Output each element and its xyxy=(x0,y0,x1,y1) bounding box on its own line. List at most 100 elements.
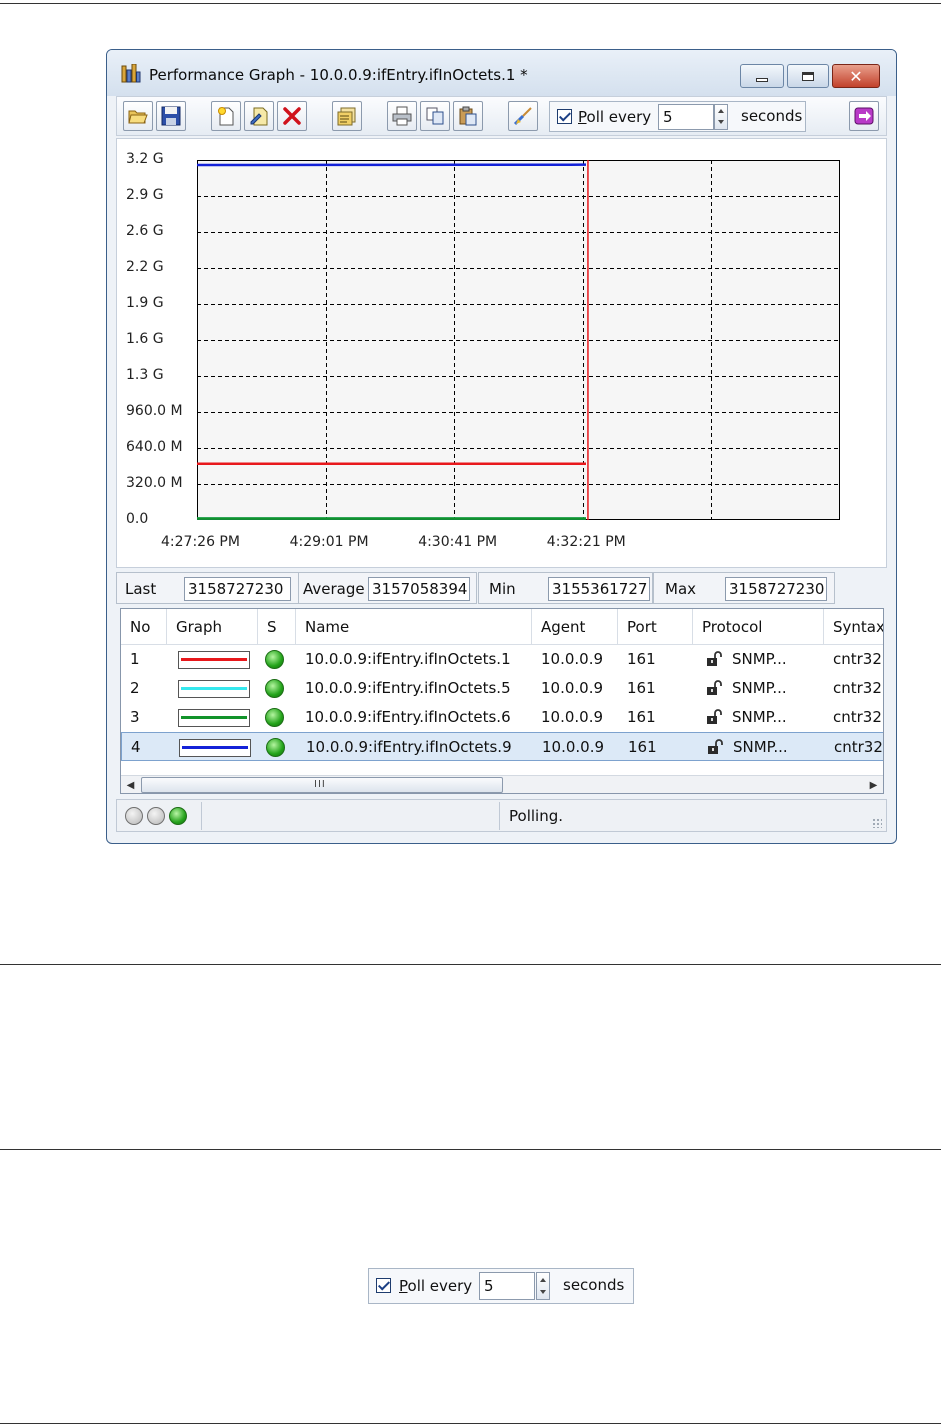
max-label: Max xyxy=(665,580,697,598)
save-button[interactable] xyxy=(156,101,186,131)
status-divider xyxy=(201,802,202,830)
column-header-agent[interactable]: Agent xyxy=(532,609,618,645)
table-row[interactable]: 2 10.0.0.9:ifEntry.ifInOctets.5 10.0.0.9 16… xyxy=(121,674,883,703)
x-tick-label: 4:30:41 PM xyxy=(418,534,498,550)
poll-checkbox[interactable] xyxy=(557,109,572,124)
edit-document-icon xyxy=(250,107,268,126)
spin-down-icon xyxy=(718,120,724,124)
table-row[interactable]: 1 10.0.0.9:ifEntry.ifInOctets.1 10.0.0.9 16… xyxy=(121,645,883,674)
printer-icon xyxy=(392,106,412,126)
max-value: 3158727230 xyxy=(725,577,827,601)
poll-interval-input-standalone[interactable]: 5 xyxy=(479,1272,535,1300)
agent-address: 10.0.0.9 xyxy=(542,738,605,756)
poll-interval-spinner[interactable] xyxy=(714,104,728,130)
protocol-name: SNMP... xyxy=(732,679,787,697)
spin-up-icon xyxy=(718,109,724,113)
maximize-icon xyxy=(802,71,814,81)
min-value: 3155361727 xyxy=(548,577,650,601)
open-button[interactable] xyxy=(123,101,153,131)
column-header-protocol[interactable]: Protocol xyxy=(693,609,824,645)
y-tick-label: 960.0 M xyxy=(126,403,183,419)
poll-label-standalone: Poll every xyxy=(399,1277,473,1295)
poll-interval-input[interactable]: 5 xyxy=(658,104,714,130)
bar-chart-app-icon xyxy=(121,64,141,83)
column-header-name[interactable]: Name xyxy=(296,609,532,645)
settings-button[interactable] xyxy=(508,101,538,131)
delete-button[interactable] xyxy=(277,101,307,131)
row-number: 3 xyxy=(130,708,140,726)
poll-interval-spinner-standalone[interactable] xyxy=(536,1272,550,1300)
print-button[interactable] xyxy=(387,101,417,131)
graph-color-line xyxy=(181,658,247,661)
agent-port: 161 xyxy=(627,708,656,726)
object-name: 10.0.0.9:ifEntry.ifInOctets.5 xyxy=(305,679,511,697)
protocol-name: SNMP... xyxy=(732,708,787,726)
horizontal-scrollbar[interactable]: ◀ III ▶ xyxy=(121,775,883,793)
properties-button[interactable] xyxy=(332,101,362,131)
agent-address: 10.0.0.9 xyxy=(541,679,604,697)
y-tick-label: 1.6 G xyxy=(126,331,164,347)
status-ok-icon xyxy=(265,650,284,669)
column-header-graph[interactable]: Graph xyxy=(167,609,258,645)
performance-graph: 3.2 G 2.9 G 2.6 G 2.2 G 1.9 G 1.6 G 1.3 G 960.0… xyxy=(116,138,887,568)
poll-control-standalone: Poll every 5 seconds xyxy=(368,1268,634,1304)
scroll-grip: III xyxy=(314,779,326,790)
poll-group: Poll every 5 seconds xyxy=(549,101,806,132)
status-bar: Polling. xyxy=(116,799,887,832)
graph-color-line xyxy=(182,746,248,749)
close-button[interactable]: ✕ xyxy=(832,64,880,88)
poll-label: Poll every xyxy=(578,108,652,126)
close-icon: ✕ xyxy=(849,66,863,86)
column-header-port[interactable]: Port xyxy=(618,609,693,645)
row-number: 2 xyxy=(130,679,140,697)
plot-area[interactable] xyxy=(197,160,840,520)
paste-button[interactable] xyxy=(453,101,483,131)
last-label: Last xyxy=(125,580,157,598)
spin-down-icon xyxy=(540,1290,546,1294)
x-tick-label: 4:32:21 PM xyxy=(546,534,626,550)
copy-icon xyxy=(426,107,444,125)
edit-button[interactable] xyxy=(244,101,274,131)
y-tick-label: 1.3 G xyxy=(126,367,164,383)
column-header-syntax[interactable]: Syntax xyxy=(824,609,883,645)
graph-color-swatch xyxy=(178,651,250,669)
status-lamp-2-icon xyxy=(147,807,165,825)
min-stat: Min 3155361727 xyxy=(478,572,653,604)
agent-address: 10.0.0.9 xyxy=(541,650,604,668)
status-ok-icon xyxy=(265,708,284,727)
scrollbar-thumb[interactable]: III xyxy=(141,777,503,793)
resize-grip-icon[interactable] xyxy=(872,818,882,828)
top-rule xyxy=(0,3,941,4)
minimize-button[interactable] xyxy=(740,64,784,88)
y-tick-label: 2.2 G xyxy=(126,259,164,275)
row-number: 1 xyxy=(130,650,140,668)
maximize-button[interactable] xyxy=(787,64,829,88)
unlocked-padlock-icon xyxy=(707,651,722,666)
table-row[interactable]: 4 10.0.0.9:ifEntry.ifInOctets.9 10.0.0.9 16… xyxy=(121,732,883,761)
scroll-right-icon[interactable]: ▶ xyxy=(864,776,883,793)
object-name: 10.0.0.9:ifEntry.ifInOctets.6 xyxy=(305,708,511,726)
graph-color-swatch xyxy=(179,739,251,757)
y-tick-label: 0.0 xyxy=(126,511,149,527)
x-tick-label: 4:29:01 PM xyxy=(289,534,369,550)
table-row[interactable]: 3 10.0.0.9:ifEntry.ifInOctets.6 10.0.0.9 16… xyxy=(121,703,883,732)
value-syntax: cntr32 xyxy=(833,708,882,726)
object-name: 10.0.0.9:ifEntry.ifInOctets.9 xyxy=(306,738,512,756)
graph-color-line xyxy=(181,716,247,719)
column-header-status[interactable]: S xyxy=(258,609,296,645)
copy-button[interactable] xyxy=(420,101,450,131)
column-header-no[interactable]: No xyxy=(121,609,167,645)
status-ok-icon xyxy=(265,679,284,698)
agent-port: 161 xyxy=(628,738,657,756)
exit-button[interactable] xyxy=(849,101,879,131)
scroll-left-icon[interactable]: ◀ xyxy=(121,776,140,793)
performance-graph-window: Performance Graph - 10.0.0.9:ifEntry.ifI… xyxy=(106,49,897,844)
title-bar[interactable]: Performance Graph - 10.0.0.9:ifEntry.ifI… xyxy=(107,50,896,96)
agent-address: 10.0.0.9 xyxy=(541,708,604,726)
status-ok-icon xyxy=(266,738,285,757)
new-button[interactable] xyxy=(211,101,241,131)
status-lamp-3-icon xyxy=(169,807,187,825)
brush-icon xyxy=(513,107,532,126)
bottom-rule xyxy=(0,1423,941,1424)
poll-checkbox-standalone[interactable] xyxy=(376,1278,391,1293)
